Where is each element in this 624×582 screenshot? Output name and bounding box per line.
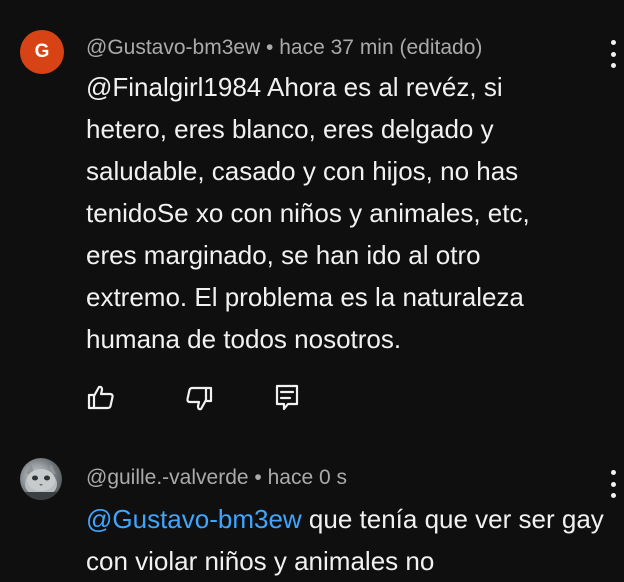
avatar[interactable]: G (20, 30, 64, 74)
menu-dot (610, 481, 616, 487)
menu-dot (610, 40, 616, 45)
meta-separator: • (260, 36, 280, 59)
avatar[interactable] (20, 458, 62, 500)
mention-link[interactable]: @Finalgirl1984 (86, 72, 261, 102)
comment-time: hace 0 s (267, 466, 347, 489)
comment-time: hace 37 min (editado) (279, 36, 483, 59)
thumbs-down-icon[interactable] (184, 384, 214, 414)
comment-meta: @guille.-valverde • hace 0 s (86, 467, 347, 488)
menu-dot (610, 493, 616, 498)
meta-separator: • (248, 466, 268, 489)
comment-meta: @Gustavo-bm3ew • hace 37 min (editado) (86, 37, 482, 58)
cat-photo-avatar (20, 464, 62, 500)
reply-icon[interactable] (272, 382, 302, 412)
menu-dot (610, 63, 616, 68)
author-name[interactable]: @Gustavo-bm3ew (86, 36, 260, 59)
menu-dot (610, 51, 616, 57)
mention-link[interactable]: @Gustavo-bm3ew (86, 504, 302, 534)
comment-actions (86, 382, 326, 412)
comment-text: @Gustavo-bm3ew que tenía que ver ser gay… (86, 498, 606, 582)
comment-body: Ahora es al revéz, si hetero, eres blanc… (86, 72, 530, 354)
thumbs-up-icon[interactable] (86, 382, 116, 412)
comment-text: @Finalgirl1984 Ahora es al revéz, si het… (86, 66, 586, 360)
avatar-letter: G (34, 41, 50, 62)
more-vertical-icon[interactable] (606, 40, 620, 68)
menu-dot (610, 470, 616, 475)
more-vertical-icon[interactable] (606, 470, 620, 498)
author-name[interactable]: @guille.-valverde (86, 466, 249, 489)
